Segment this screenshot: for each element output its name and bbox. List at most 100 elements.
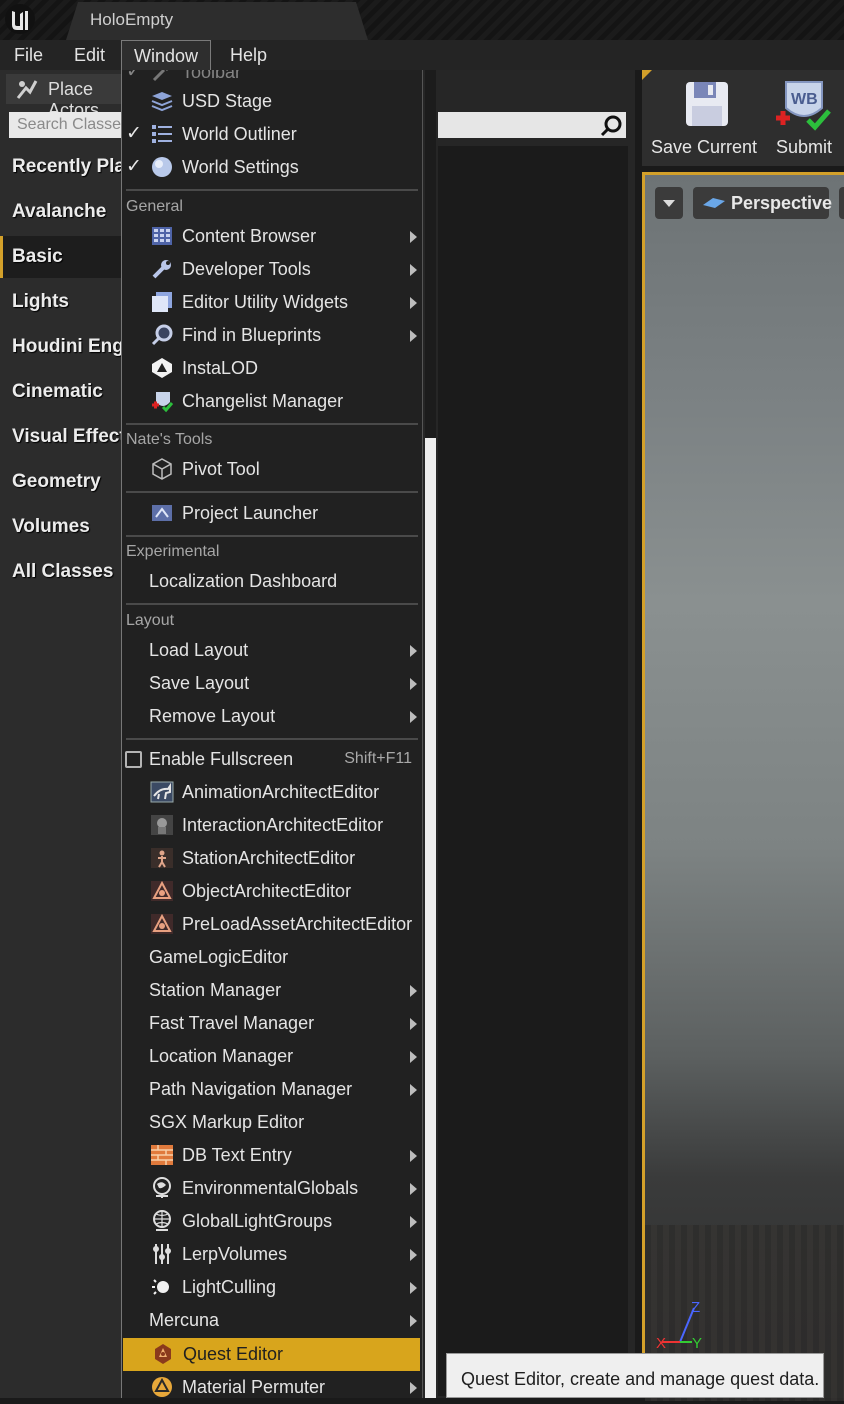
menu-item-game-logic-editor[interactable]: GameLogicEditor xyxy=(122,941,422,974)
chevron-down-icon xyxy=(663,200,675,207)
menu-item-label: InstaLOD xyxy=(182,358,259,378)
menu-item-enable-fullscreen[interactable]: Enable Fullscreen Shift+F11 xyxy=(122,743,422,776)
menu-item-label: Fast Travel Manager xyxy=(149,1013,315,1033)
document-tab-label: HoloEmpty xyxy=(90,10,174,29)
category-geometry[interactable]: Geometry xyxy=(0,461,130,503)
category-recently-placed[interactable]: Recently Placed xyxy=(0,146,130,188)
category-all-classes[interactable]: All Classes xyxy=(0,551,130,593)
menu-item-object-architect-editor[interactable]: ObjectArchitectEditor xyxy=(122,875,422,908)
preload-icon xyxy=(151,913,173,934)
menu-item-find-in-blueprints[interactable]: Find in Blueprints xyxy=(122,319,422,352)
menu-item-location-manager[interactable]: Location Manager xyxy=(122,1040,422,1073)
menu-item-load-layout[interactable]: Load Layout xyxy=(122,634,422,667)
menu-item-changelist-manager[interactable]: Changelist Manager xyxy=(122,385,422,418)
menu-item-sgx-markup-editor[interactable]: SGX Markup Editor xyxy=(122,1106,422,1139)
menu-item-label: Localization Dashboard xyxy=(149,571,338,591)
menu-item-label: World Settings xyxy=(182,157,299,177)
menu-item-world-outliner[interactable]: ✓ World Outliner xyxy=(122,118,422,151)
menu-file[interactable]: File xyxy=(2,40,55,70)
place-actors-tab[interactable]: Place Actors xyxy=(6,74,130,120)
menu-item-fast-travel-manager[interactable]: Fast Travel Manager xyxy=(122,1007,422,1040)
changelist-icon xyxy=(152,392,174,413)
menu-item-station-manager[interactable]: Station Manager xyxy=(122,974,422,1007)
menu-item-project-launcher[interactable]: Project Launcher xyxy=(122,497,422,530)
object-icon xyxy=(151,880,173,901)
menu-separator xyxy=(126,491,418,493)
menu-item-environmental-globals[interactable]: EnvironmentalGlobals xyxy=(122,1172,422,1205)
magnifier-icon xyxy=(151,324,173,346)
menu-edit[interactable]: Edit xyxy=(62,40,117,70)
menu-item-label: DB Text Entry xyxy=(182,1145,292,1165)
menu-item-label: AnimationArchitectEditor xyxy=(182,782,380,802)
menu-item-global-light-groups[interactable]: GlobalLightGroups xyxy=(122,1205,422,1238)
menu-item-lerp-volumes[interactable]: LerpVolumes xyxy=(122,1238,422,1271)
menu-item-mercuna[interactable]: Mercuna xyxy=(122,1304,422,1337)
axis-z-label: Z xyxy=(691,1299,700,1316)
menu-item-light-culling[interactable]: LightCulling xyxy=(122,1271,422,1304)
menu-item-save-layout[interactable]: Save Layout xyxy=(122,667,422,700)
document-tab[interactable]: HoloEmpty xyxy=(66,2,368,40)
submit-label: Submit xyxy=(775,137,833,157)
category-houdini-engine[interactable]: Houdini Engine xyxy=(0,326,130,368)
menu-item-path-navigation-manager[interactable]: Path Navigation Manager xyxy=(122,1073,422,1106)
brick-icon xyxy=(151,1145,173,1165)
perspective-view-button[interactable]: Perspective xyxy=(693,187,833,219)
menu-item-localization-dashboard[interactable]: Localization Dashboard xyxy=(122,565,422,598)
menu-item-quest-editor[interactable]: Quest Editor xyxy=(123,1338,420,1371)
level-toolbar: Save Current WB Submit xyxy=(642,70,844,166)
viewport-lit-button[interactable] xyxy=(839,187,844,219)
menu-item-label: GameLogicEditor xyxy=(149,947,289,967)
save-current-button[interactable]: Save Current xyxy=(648,70,760,166)
level-viewport[interactable]: Perspective xyxy=(642,172,844,1401)
menu-item-content-browser[interactable]: Content Browser xyxy=(122,220,422,253)
submenu-arrow-icon xyxy=(410,1382,417,1394)
axis-gizmo-icon: X Y Z xyxy=(656,1299,702,1352)
category-basic[interactable]: Basic xyxy=(0,236,130,278)
perspective-label: Perspective xyxy=(731,193,833,213)
menu-item-label: World Outliner xyxy=(182,124,297,144)
menu-item-station-architect-editor[interactable]: StationArchitectEditor xyxy=(122,842,422,875)
menu-separator xyxy=(126,535,418,537)
menu-item-preload-asset-architect-editor[interactable]: PreLoadAssetArchitectEditor xyxy=(122,908,422,941)
menu-item-developer-tools[interactable]: Developer Tools xyxy=(122,253,422,286)
fullscreen-checkbox[interactable] xyxy=(125,751,142,768)
menu-item-interaction-architect-editor[interactable]: InteractionArchitectEditor xyxy=(122,809,422,842)
menu-item-usd-stage[interactable]: USD Stage xyxy=(122,85,422,118)
submenu-arrow-icon xyxy=(410,1216,417,1228)
submit-button[interactable]: WB Submit xyxy=(766,70,842,166)
menu-item-material-permuter[interactable]: Material Permuter xyxy=(122,1371,422,1398)
category-volumes[interactable]: Volumes xyxy=(0,506,130,548)
menu-item-label: EnvironmentalGlobals xyxy=(182,1178,359,1198)
menu-item-animation-architect-editor[interactable]: AnimationArchitectEditor xyxy=(122,776,422,809)
menu-scroll-track xyxy=(425,70,436,438)
quest-editor-tooltip: Quest Editor, create and manage quest da… xyxy=(446,1353,824,1398)
category-cinematic[interactable]: Cinematic xyxy=(0,371,130,413)
menu-item-world-settings[interactable]: ✓ World Settings xyxy=(122,151,422,184)
perspective-cube-icon xyxy=(703,198,725,208)
menu-item-label: Pivot Tool xyxy=(182,459,260,479)
instalod-icon xyxy=(152,358,172,378)
search-classes-input[interactable] xyxy=(9,112,130,138)
submenu-arrow-icon xyxy=(410,1018,417,1030)
menu-item-editor-utility-widgets[interactable]: Editor Utility Widgets xyxy=(122,286,422,319)
env-globe-icon xyxy=(153,1177,171,1198)
actor-search-field[interactable] xyxy=(438,112,626,138)
menu-window[interactable]: Window xyxy=(121,40,212,70)
menu-item-db-text-entry[interactable]: DB Text Entry xyxy=(122,1139,422,1172)
menu-scrollbar[interactable] xyxy=(425,438,436,1398)
menu-item-remove-layout[interactable]: Remove Layout xyxy=(122,700,422,733)
menu-item-instalod[interactable]: InstaLOD xyxy=(122,352,422,385)
menu-item-label: Quest Editor xyxy=(183,1344,284,1364)
category-lights[interactable]: Lights xyxy=(0,281,130,323)
unreal-logo-icon[interactable] xyxy=(4,3,36,35)
category-avalanche[interactable]: Avalanche xyxy=(0,191,130,233)
search-icon[interactable] xyxy=(600,114,624,138)
launcher-icon xyxy=(152,505,172,521)
category-visual-effects[interactable]: Visual Effects xyxy=(0,416,130,458)
viewport-options-dropdown[interactable] xyxy=(655,187,683,219)
submenu-arrow-icon xyxy=(410,1183,417,1195)
menu-item-pivot-tool[interactable]: Pivot Tool xyxy=(122,453,422,486)
check-icon: ✓ xyxy=(126,156,142,177)
menu-help[interactable]: Help xyxy=(218,40,279,70)
menu-item-label: SGX Markup Editor xyxy=(149,1112,305,1132)
